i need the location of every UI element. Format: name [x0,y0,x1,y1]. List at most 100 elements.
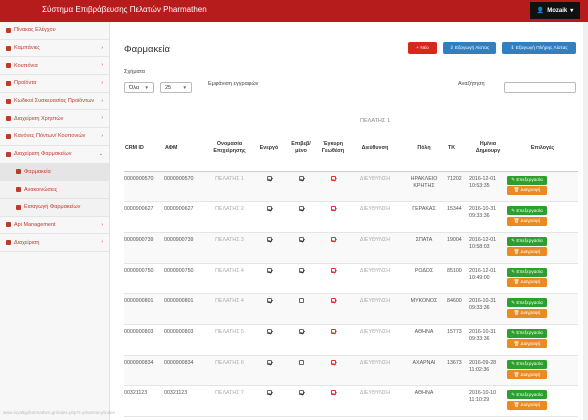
edit-button[interactable]: ✎ Επεξεργασία [507,328,547,338]
table-row: 0000900834 0000900834 ΠΕΛΑΤΗΣ 6 ΔΙΕΥΘΥΝΣΗ ΑΧ… [124,355,578,387]
cell-address: ΔΙΕΥΘΥΝΣΗ [349,171,401,203]
col-business-name[interactable]: Ονομασία Επιχείρησης [206,126,253,172]
table-row: 0000900750 0000900750 ΠΕΛΑΤΗΣ 4 ΔΙΕΥΘΥΝΣΗ ΡΟ… [124,263,578,295]
table-row: 0000900801 0000900801 ΠΕΛΑΤΗΣ 4 ΔΙΕΥΘΥΝΣΗ ΜΥ… [124,293,578,325]
verified-checkbox-icon [298,267,304,273]
cell-afm: 0000900627 [164,201,206,233]
cell-zip: 15773 [447,324,469,356]
delete-button[interactable]: 🗑 Διαγραφή [507,247,547,257]
verified-checkbox-icon [298,359,304,365]
sidebar-item-administration[interactable]: Διαχείριση › [0,234,109,252]
export-list-button[interactable]: ⇓ Εξαγωγή Λίστας [443,42,496,54]
col-city[interactable]: Πόλη [401,126,447,172]
search-input[interactable] [504,82,576,93]
cell-address: ΔΙΕΥΘΥΝΣΗ [349,355,401,387]
sidebar-item-label: Εισαγωγή Φαρμακείων [24,204,81,211]
cell-business-name: ΠΕΛΑΤΗΣ 6 [206,355,253,387]
schema-select[interactable]: Όλα ▼ [124,82,154,93]
cell-city: ΓΕΡΑΚΑΣ [401,201,447,233]
delete-button[interactable]: 🗑 Διαγραφή [507,400,547,410]
sidebar-item-campaigns[interactable]: Καμπάνιες › [0,40,109,58]
schema-label: Σχήματα [124,69,145,75]
edit-button[interactable]: ✎ Επεξεργασία [507,359,547,369]
scrollbar[interactable] [583,22,588,420]
sidebar-item-announcements[interactable]: Ανακοινώσεις [0,181,109,199]
delete-button[interactable]: 🗑 Διαγραφή [507,308,547,318]
chevron-right-icon: › [101,62,103,69]
delete-button[interactable]: 🗑 Διαγραφή [507,186,547,195]
app-title: Σύστημα Επιβράβευσης Πελατών Pharmathen [42,5,207,14]
col-active[interactable]: Ενεργό [253,126,285,172]
sidebar-item-pharmacy-management[interactable]: Διαχείριση Φαρμακείων ⌄ [0,146,109,164]
sidebar-item-pharmacies[interactable]: Φαρμακεία [0,163,109,182]
cell-crm-id: 0000900803 [124,324,164,356]
status-bar-url: www.loyaltypharmathen.gr/index.php?r=pha… [3,410,115,415]
sidebar-item-package-codes[interactable]: Κωδικοί Συσκευασίας Προϊόντων › [0,93,109,111]
cell-created-date: 2016-10-31 09:33:36 [469,293,507,325]
top-bar: Σύστημα Επιβράβευσης Πελατών Pharmathen … [0,0,588,22]
edit-button[interactable]: ✎ Επεξεργασία [507,175,547,185]
edit-button[interactable]: ✎ Επεξεργασία [507,236,547,246]
col-valid-geolocation[interactable]: Έγκυρη Γεωθέση [317,126,349,172]
chevron-right-icon: › [101,97,103,104]
sidebar-item-label: Ανακοινώσεις [24,186,58,193]
geolocation-checkbox-icon [330,390,336,396]
verified-checkbox-icon [298,298,304,304]
cell-address: ΔΙΕΥΘΥΝΣΗ [349,293,401,325]
col-crm-id[interactable]: CRM ID [124,126,164,172]
sidebar-item-dashboard[interactable]: Πίνακας Ελέγχου [0,22,109,40]
col-zip[interactable]: ΤΚ [447,126,469,172]
cell-created-date: 2016-12-01 10:53:35 [469,171,507,203]
cell-created-date: 2016-09-28 11:02:36 [469,355,507,387]
geolocation-checkbox-icon [330,298,336,304]
edit-button[interactable]: ✎ Επεξεργασία [507,390,547,400]
delete-button[interactable]: 🗑 Διαγραφή [507,339,547,349]
sidebar-item-rules[interactable]: Κανόνες Πόντων/ Κουπονιών › [0,128,109,146]
geolocation-checkbox-icon [330,175,336,181]
cell-created-date: 2016-10-31 09:33:36 [469,201,507,233]
export-full-list-button[interactable]: ⇓ Εξαγωγή Πλήρης Λίστας [502,42,576,54]
active-checkbox-icon [266,328,272,334]
cell-business-name: ΠΕΛΑΤΗΣ 4 [206,263,253,295]
announcement-icon [16,187,21,193]
table-row: 0000900803 0000900803 ΠΕΛΑΤΗΣ 5 ΔΙΕΥΘΥΝΣΗ ΑΘ… [124,324,578,356]
verified-checkbox-icon [298,206,304,212]
cell-afm: 0000900801 [164,293,206,325]
edit-button[interactable]: ✎ Επεξεργασία [507,298,547,308]
edit-button[interactable]: ✎ Επεξεργασία [507,267,547,277]
sidebar-item-import-pharmacies[interactable]: Εισαγωγή Φαρμακείων [0,198,109,217]
cell-city: ΑΘΗΝΑ [401,385,447,417]
verified-checkbox-icon [298,236,304,242]
active-checkbox-icon [266,236,272,242]
page-size-select[interactable]: 25 ▼ [160,82,192,93]
cell-crm-id: 0000900834 [124,355,164,387]
page-title: Φαρμακεία [124,44,171,55]
chevron-right-icon: › [101,80,103,87]
col-address[interactable]: Διεύθυνση [349,126,401,172]
delete-button[interactable]: 🗑 Διαγραφή [507,370,547,380]
cell-afm: 0000900570 [164,171,206,203]
table-row: 0000900570 0000900570 ΠΕΛΑΤΗΣ 1 ΔΙΕΥΘΥΝΣΗ ΗΡ… [124,171,578,203]
cell-city: ΑΧΑΡΝΑΙ [401,355,447,387]
col-afm[interactable]: ΑΦΜ [164,126,206,172]
sidebar-item-coupons[interactable]: Κουπόνια › [0,57,109,76]
verified-checkbox-icon [298,175,304,181]
sidebar-item-api-management[interactable]: Api Management › [0,217,109,235]
cell-crm-id: 0000900739 [124,232,164,264]
campaign-icon [6,45,11,51]
col-created-date[interactable]: Ημ/νια Δημιουργ [469,126,507,172]
new-button[interactable]: + Νέο [408,42,437,54]
cell-zip: 71202 [447,171,469,203]
delete-button[interactable]: 🗑 Διαγραφή [507,216,547,226]
sidebar-item-products[interactable]: Προϊόντα › [0,75,109,93]
sidebar-item-label: Πίνακας Ελέγχου [14,27,56,34]
col-verified[interactable]: Επιβεβ/μένο [285,126,317,172]
geolocation-checkbox-icon [330,206,336,212]
active-checkbox-icon [266,206,272,212]
delete-button[interactable]: 🗑 Διαγραφή [507,278,547,288]
active-checkbox-icon [266,359,272,365]
sidebar-item-users[interactable]: Διαχείριση Χρηστών › [0,110,109,129]
edit-button[interactable]: ✎ Επεξεργασία [507,206,547,216]
cell-address: ΔΙΕΥΘΥΝΣΗ [349,201,401,233]
user-menu-button[interactable]: 👤 Mozaik ▾ [530,2,580,19]
